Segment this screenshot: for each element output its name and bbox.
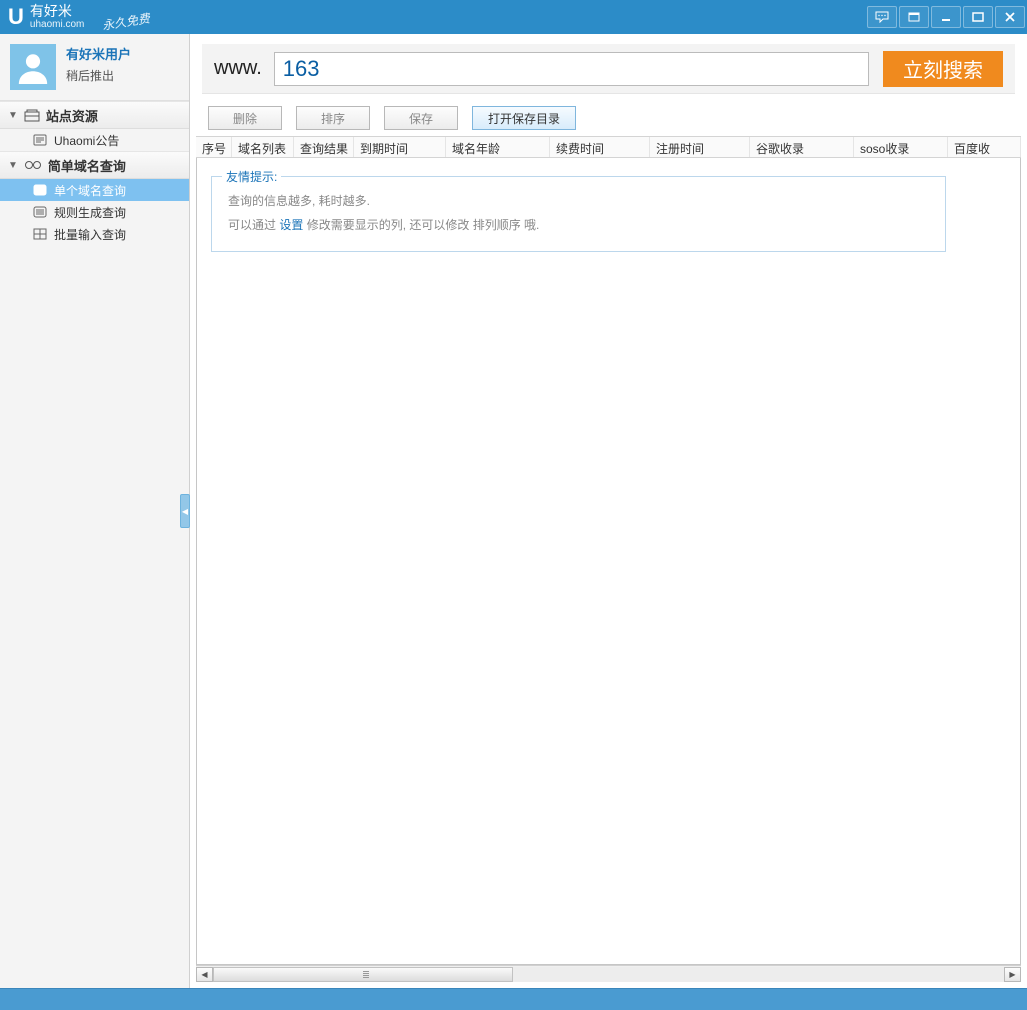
- one-icon: 1: [32, 182, 48, 198]
- feedback-icon[interactable]: [867, 6, 897, 28]
- sort-button[interactable]: 排序: [296, 106, 370, 130]
- sidebar-section-site-resources[interactable]: ▼ 站点资源: [0, 101, 189, 129]
- brand-name-cn: 有好米: [30, 4, 84, 19]
- col-soso-index[interactable]: soso收录: [854, 137, 948, 157]
- user-subtitle: 稍后推出: [66, 67, 131, 84]
- user-panel: 有好米用户 稍后推出: [0, 34, 189, 101]
- results-table-body: 友情提示: 查询的信息越多, 耗时越多. 可以通过 设置 修改需要显示的列, 还…: [196, 158, 1021, 965]
- sidebar-section-domain-query[interactable]: ▼ 简单域名查询: [0, 151, 189, 179]
- sidebar-collapse-handle[interactable]: [180, 494, 190, 528]
- brand-name-en: uhaomi.com: [30, 19, 84, 30]
- friendly-tip-box: 友情提示: 查询的信息越多, 耗时越多. 可以通过 设置 修改需要显示的列, 还…: [211, 176, 946, 252]
- sidebar-item-label: 单个域名查询: [54, 182, 126, 199]
- sidebar: 有好米用户 稍后推出 ▼ 站点资源 Uhaomi公告 ▼ 简单域名查询: [0, 34, 190, 988]
- search-bar: www. 立刻搜索: [202, 44, 1015, 94]
- close-icon[interactable]: [995, 6, 1025, 28]
- col-index[interactable]: 序号: [196, 137, 232, 157]
- site-icon: [24, 108, 40, 122]
- tip-title: 友情提示:: [222, 168, 281, 185]
- scroll-right-icon[interactable]: ▶: [1004, 967, 1021, 982]
- chevron-down-icon: ▼: [8, 110, 18, 121]
- minimize-icon[interactable]: [931, 6, 961, 28]
- domain-input[interactable]: [274, 52, 869, 86]
- action-row: 删除 排序 保存 打开保存目录: [190, 102, 1027, 136]
- col-expire-time[interactable]: 到期时间: [354, 137, 446, 157]
- logo-letter: U: [8, 4, 24, 30]
- scroll-track[interactable]: [213, 967, 1004, 982]
- sidebar-item-announcements[interactable]: Uhaomi公告: [0, 129, 189, 151]
- chevron-down-icon: ▼: [8, 160, 18, 171]
- tip-line-1: 查询的信息越多, 耗时越多.: [228, 189, 929, 213]
- scroll-left-icon[interactable]: ◀: [196, 967, 213, 982]
- news-icon: [32, 132, 48, 148]
- col-register-time[interactable]: 注册时间: [650, 137, 750, 157]
- main-content: www. 立刻搜索 删除 排序 保存 打开保存目录 序号 域名列表 查询结果 到…: [190, 34, 1027, 988]
- results-table-header: 序号 域名列表 查询结果 到期时间 域名年龄 续费时间 注册时间 谷歌收录 so…: [196, 136, 1021, 158]
- svg-text:1: 1: [37, 186, 42, 196]
- col-query-result[interactable]: 查询结果: [294, 137, 354, 157]
- restore-icon[interactable]: [899, 6, 929, 28]
- delete-button[interactable]: 删除: [208, 106, 282, 130]
- section-label: 简单域名查询: [48, 156, 126, 175]
- horizontal-scrollbar[interactable]: ◀ ▶: [196, 965, 1021, 982]
- col-google-index[interactable]: 谷歌收录: [750, 137, 854, 157]
- sidebar-item-rule-generate-query[interactable]: 规则生成查询: [0, 201, 189, 223]
- col-baidu-index[interactable]: 百度收: [948, 137, 1021, 157]
- sidebar-item-label: 规则生成查询: [54, 204, 126, 221]
- search-prefix-label: www.: [214, 57, 262, 80]
- sidebar-item-single-domain-query[interactable]: 1 单个域名查询: [0, 179, 189, 201]
- free-badge: 永久免费: [101, 9, 151, 33]
- scroll-thumb[interactable]: [213, 967, 513, 982]
- search-button[interactable]: 立刻搜索: [883, 51, 1003, 87]
- col-renew-time[interactable]: 续费时间: [550, 137, 650, 157]
- search-glasses-icon: [24, 159, 42, 171]
- grid-icon: [32, 226, 48, 242]
- user-name: 有好米用户: [66, 44, 131, 63]
- sidebar-item-label: 批量输入查询: [54, 226, 126, 243]
- settings-link[interactable]: 设置: [279, 218, 303, 232]
- maximize-icon[interactable]: [963, 6, 993, 28]
- list-icon: [32, 204, 48, 220]
- sidebar-item-label: Uhaomi公告: [54, 132, 119, 149]
- status-bar: [0, 988, 1027, 1010]
- tip-line-2: 可以通过 设置 修改需要显示的列, 还可以修改 排列顺序 哦.: [228, 213, 929, 237]
- title-bar: U 有好米 uhaomi.com 永久免费: [0, 0, 1027, 34]
- col-domain-age[interactable]: 域名年龄: [446, 137, 550, 157]
- avatar: [10, 44, 56, 90]
- col-domain-list[interactable]: 域名列表: [232, 137, 294, 157]
- sidebar-item-batch-input-query[interactable]: 批量输入查询: [0, 223, 189, 245]
- section-label: 站点资源: [46, 106, 98, 125]
- open-save-dir-button[interactable]: 打开保存目录: [472, 106, 576, 130]
- save-button[interactable]: 保存: [384, 106, 458, 130]
